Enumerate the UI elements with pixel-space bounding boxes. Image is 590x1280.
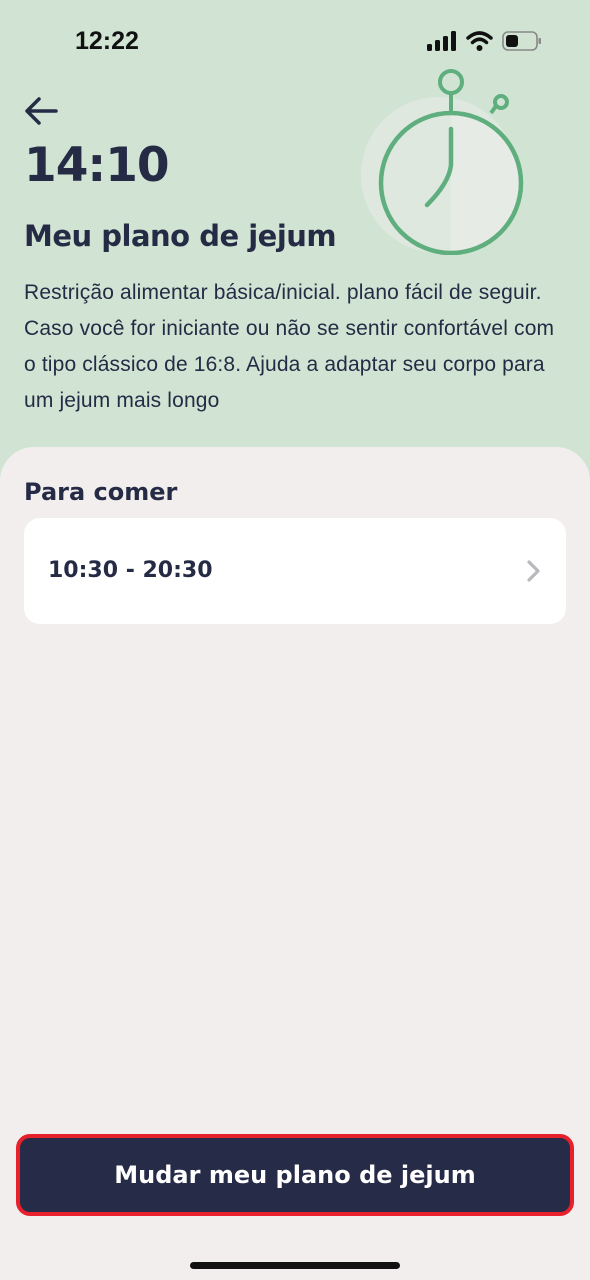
battery-icon	[502, 31, 541, 51]
arrow-left-icon	[25, 97, 58, 125]
fasting-hours: 14:10	[24, 138, 170, 193]
eating-window-card[interactable]: 10:30 - 20:30	[24, 518, 566, 624]
signal-icon	[427, 31, 456, 51]
home-indicator	[190, 1262, 400, 1269]
wifi-icon	[466, 31, 493, 51]
change-plan-button[interactable]: Mudar meu plano de jejum	[16, 1134, 574, 1216]
plan-title: Meu plano de jejum	[24, 219, 337, 253]
chevron-right-icon	[527, 560, 540, 582]
status-icons	[427, 31, 542, 51]
section-title-eating: Para comer	[24, 478, 178, 506]
eating-window-time: 10:30 - 20:30	[48, 558, 213, 583]
stopwatch-icon	[361, 69, 524, 255]
back-button[interactable]	[22, 92, 62, 132]
plan-description: Restrição alimentar básica/inicial. plan…	[24, 281, 555, 412]
status-time: 12:22	[75, 27, 139, 55]
